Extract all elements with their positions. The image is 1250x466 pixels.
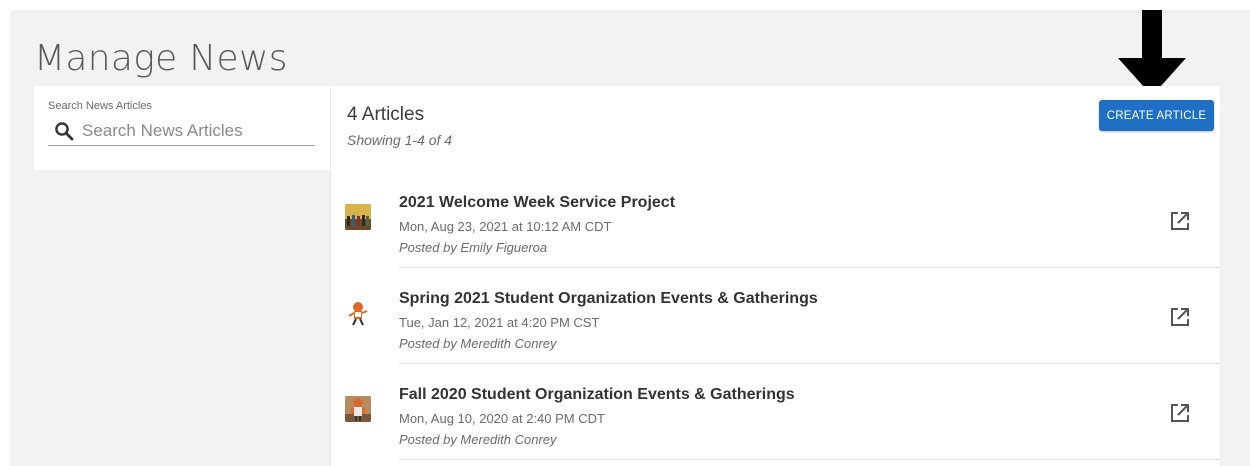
article-row[interactable]: Fall 2020 Student Organization Events & … <box>331 364 1221 460</box>
page-title: Manage News <box>34 38 288 79</box>
search-field[interactable] <box>48 116 315 146</box>
article-date: Mon, Aug 23, 2021 at 10:12 AM CDT <box>399 219 612 234</box>
article-row[interactable]: Spring 2021 Student Organization Events … <box>331 268 1221 364</box>
row-divider <box>399 459 1221 460</box>
pagination-summary: Showing 1-4 of 4 <box>347 132 453 148</box>
open-external-icon[interactable] <box>1169 402 1191 424</box>
article-date: Tue, Jan 12, 2021 at 4:20 PM CST <box>399 315 600 330</box>
search-panel: Search News Articles <box>34 86 330 170</box>
search-input[interactable] <box>82 119 312 143</box>
article-author: Posted by Emily Figueroa <box>399 240 548 255</box>
mascot-cartoon-thumbnail <box>345 300 371 326</box>
annotation-arrow-icon <box>1118 10 1186 96</box>
search-label: Search News Articles <box>48 100 152 112</box>
article-title[interactable]: 2021 Welcome Week Service Project <box>399 194 675 212</box>
article-row[interactable]: 2021 Welcome Week Service Project Mon, A… <box>331 172 1221 268</box>
group-photo-thumbnail <box>345 204 371 230</box>
article-author: Posted by Meredith Conrey <box>399 336 557 351</box>
articles-count: 4 Articles <box>347 104 425 125</box>
open-external-icon[interactable] <box>1169 210 1191 232</box>
search-icon <box>55 122 74 141</box>
articles-panel: 4 Articles Showing 1-4 of 4 CREATE ARTIC… <box>330 86 1221 466</box>
article-date: Mon, Aug 10, 2020 at 2:40 PM CDT <box>399 411 605 426</box>
mascot-photo-thumbnail <box>345 396 371 422</box>
open-external-icon[interactable] <box>1169 306 1191 328</box>
article-author: Posted by Meredith Conrey <box>399 432 557 447</box>
article-title[interactable]: Fall 2020 Student Organization Events & … <box>399 386 795 404</box>
article-title[interactable]: Spring 2021 Student Organization Events … <box>399 290 818 308</box>
create-article-button[interactable]: CREATE ARTICLE <box>1099 100 1214 131</box>
